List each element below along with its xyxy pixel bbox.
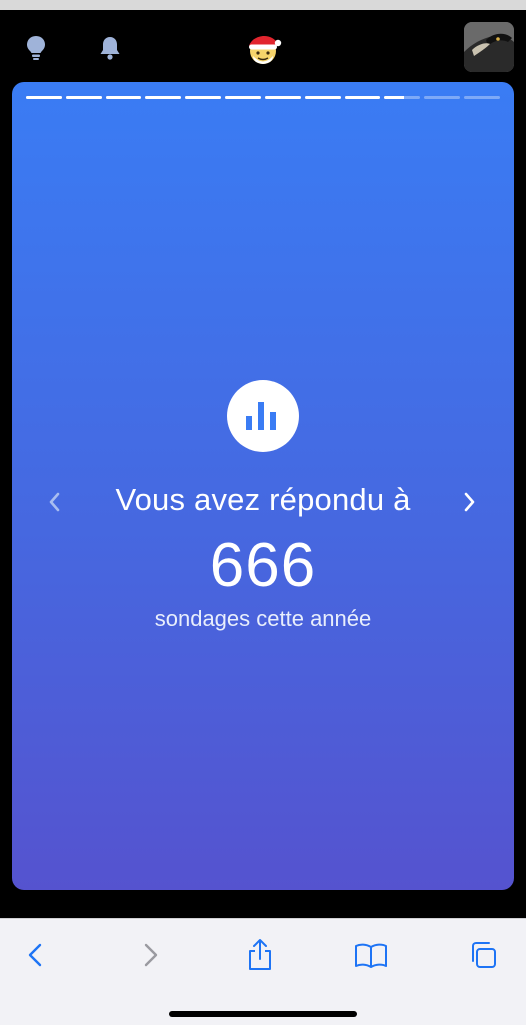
survey-count: 666	[209, 531, 317, 600]
progress-segment	[384, 96, 421, 99]
story-subtext: sondages cette année	[154, 606, 372, 631]
bar-chart-icon	[227, 380, 299, 452]
story-card[interactable]: Vous avez répondu à 666 sondages cette a…	[12, 82, 514, 890]
app-header	[0, 10, 526, 82]
home-indicator	[169, 1011, 357, 1017]
story-progress-bar	[26, 96, 500, 100]
progress-segment	[304, 96, 341, 99]
progress-segment	[65, 96, 102, 99]
santa-emoji[interactable]	[243, 28, 283, 68]
browser-toolbar	[0, 918, 526, 1025]
progress-segment	[424, 96, 461, 99]
forward-icon[interactable]	[130, 937, 170, 973]
progress-segment	[145, 96, 182, 99]
progress-segment	[105, 96, 142, 99]
progress-segment	[464, 96, 500, 99]
tabs-icon[interactable]	[463, 937, 503, 973]
lightbulb-icon[interactable]	[22, 34, 50, 62]
bookmarks-icon[interactable]	[351, 937, 391, 973]
progress-segment	[344, 96, 381, 99]
back-icon[interactable]	[16, 937, 56, 973]
progress-segment	[26, 96, 62, 99]
story-headline: Vous avez répondu à	[115, 482, 411, 517]
bell-icon[interactable]	[95, 33, 125, 63]
share-icon[interactable]	[240, 937, 280, 973]
progress-segment	[185, 96, 222, 99]
progress-segment	[264, 96, 301, 99]
status-bar	[0, 0, 526, 10]
progress-segment	[225, 96, 261, 99]
profile-avatar[interactable]	[464, 22, 514, 72]
